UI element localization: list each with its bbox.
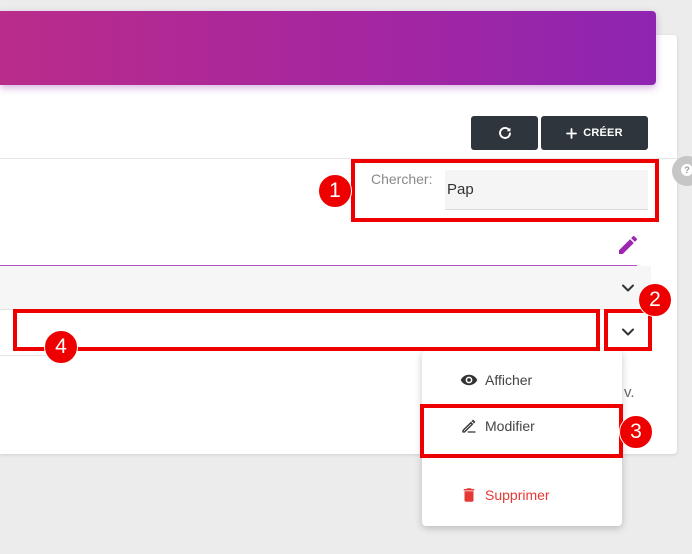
- create-button-label: CRÉER: [583, 127, 623, 139]
- truncated-cell-text: v.: [624, 384, 635, 401]
- table-row: [0, 266, 651, 310]
- menu-item-label: Supprimer: [485, 487, 550, 503]
- annotation-badge-1: 1: [318, 174, 352, 208]
- eye-icon: [460, 374, 478, 386]
- refresh-icon: [498, 127, 511, 139]
- annotation-box-row: [13, 309, 600, 351]
- menu-item-label: Afficher: [485, 372, 533, 388]
- annotation-box-modifier: [420, 404, 623, 458]
- annotation-badge-2: 2: [638, 283, 672, 317]
- trash-icon: [463, 488, 475, 502]
- annotation-badge-3: 3: [619, 415, 653, 449]
- plus-icon: [566, 127, 578, 139]
- menu-item-afficher[interactable]: Afficher: [422, 365, 622, 395]
- create-button[interactable]: CRÉER: [541, 116, 648, 150]
- page-header-bar: [0, 11, 656, 85]
- annotation-box-dropdown-toggle: [604, 309, 652, 351]
- refresh-button[interactable]: [471, 116, 538, 150]
- chevron-down-icon[interactable]: [620, 280, 636, 296]
- annotation-box-search: [351, 159, 659, 222]
- annotation-badge-4: 4: [44, 330, 78, 364]
- edit-pencil-icon[interactable]: [616, 233, 640, 257]
- menu-item-supprimer[interactable]: Supprimer: [422, 480, 622, 510]
